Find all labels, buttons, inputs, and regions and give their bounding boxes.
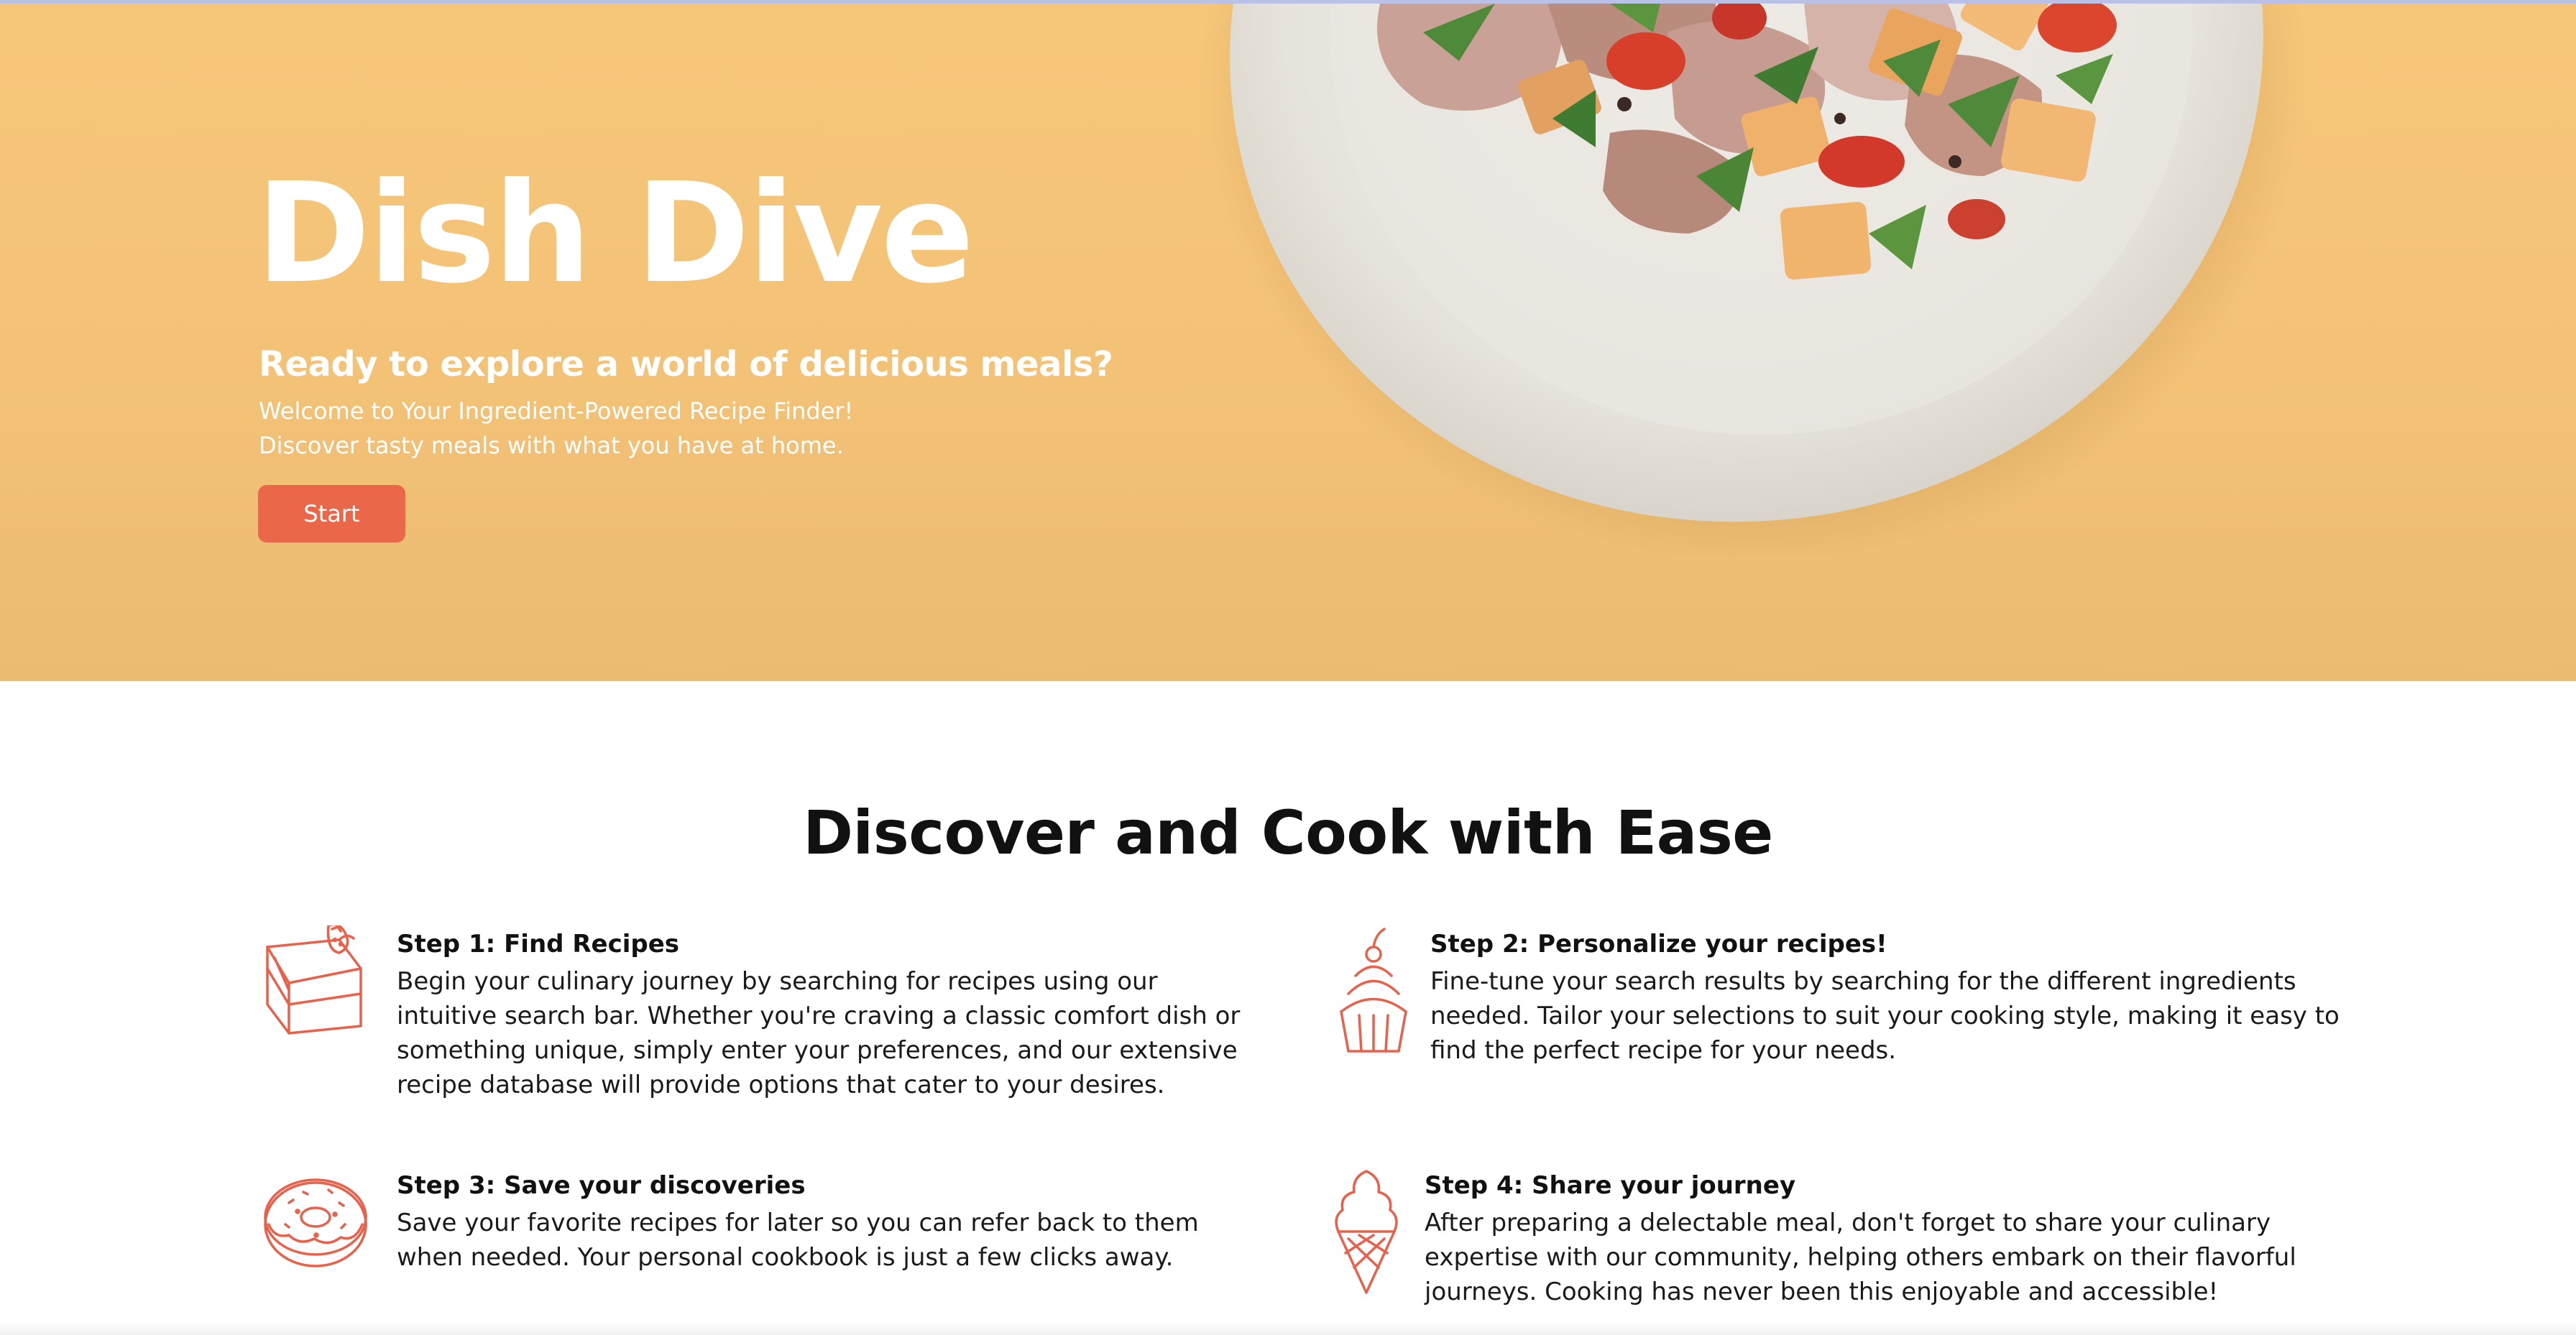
step-3-body: Save your favorite recipes for later so …	[397, 1209, 1199, 1272]
step-2-title: Step 2: Personalize your recipes!	[1430, 930, 1887, 958]
hero-description-text: Discover tasty meals with what you have …	[259, 432, 844, 459]
step-2-body: Fine-tune your search results by searchi…	[1430, 967, 2340, 1065]
start-button[interactable]: Start	[258, 485, 405, 542]
step-1-title: Step 1: Find Recipes	[397, 930, 680, 958]
donut-icon	[260, 1167, 372, 1278]
page-bottom-shadow	[0, 1321, 2576, 1335]
cake-slice-icon	[260, 923, 368, 1043]
step-1: Step 1: Find Recipes Begin your culinary…	[260, 923, 1266, 1105]
hero-welcome-text: Welcome to Your Ingredient-Powered Recip…	[259, 397, 854, 425]
cupcake-icon	[1334, 925, 1413, 1065]
step-4-body: After preparing a delectable meal, don't…	[1425, 1209, 2296, 1306]
ice-cream-cone-icon	[1327, 1167, 1406, 1299]
step-3: Step 3: Save your discoveries Save your …	[260, 1167, 1266, 1296]
hero-subtitle: Ready to explore a world of delicious me…	[259, 344, 1113, 384]
salad-plate-image	[1121, 4, 2415, 564]
step-4: Step 4: Share your journey After prepari…	[1327, 1167, 2347, 1311]
step-1-body: Begin your culinary journey by searching…	[397, 967, 1241, 1099]
section-title: Discover and Cook with Ease	[803, 798, 1773, 868]
app-title: Dish Dive	[256, 154, 975, 314]
step-2: Step 2: Personalize your recipes! Fine-t…	[1334, 925, 2340, 1105]
step-4-title: Step 4: Share your journey	[1425, 1171, 1796, 1200]
hero-section: Dish Dive Ready to explore a world of de…	[0, 4, 2576, 681]
step-3-title: Step 3: Save your discoveries	[397, 1171, 806, 1200]
